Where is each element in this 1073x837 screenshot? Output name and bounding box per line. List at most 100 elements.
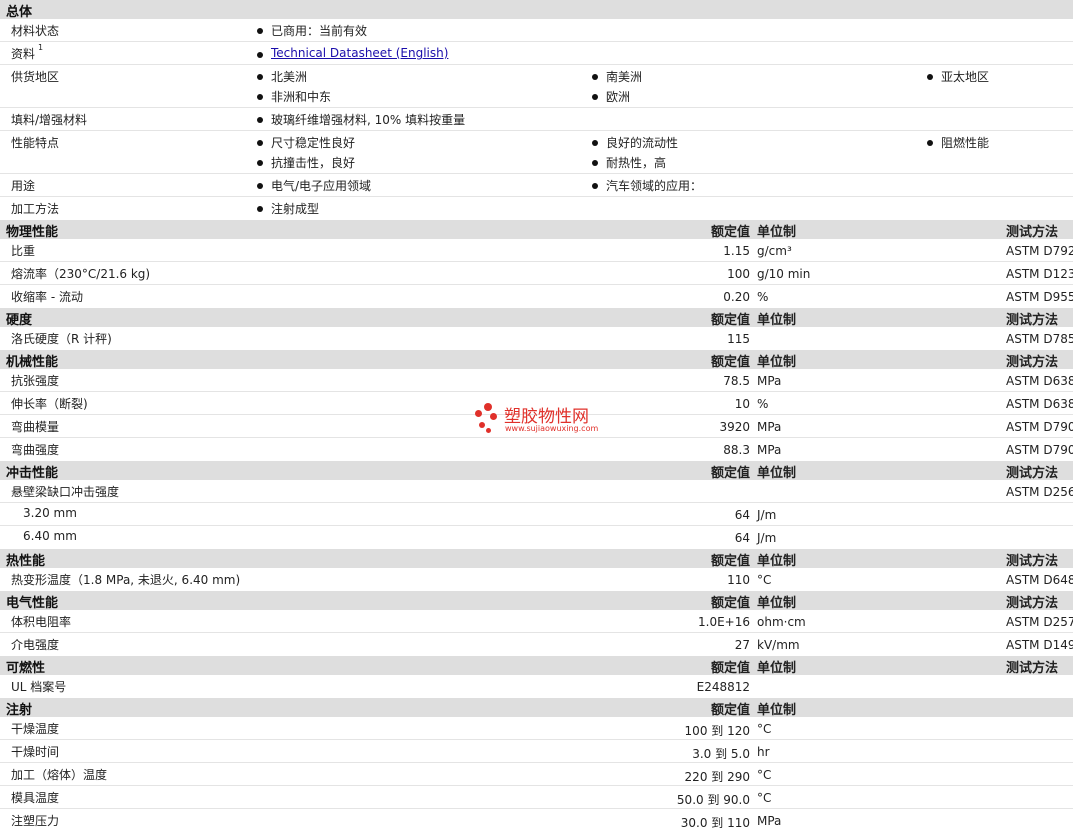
datasheet-link[interactable]: Technical Datasheet (English) <box>271 46 448 60</box>
section-header: 可燃性 额定值 单位制 测试方法 <box>0 656 1073 676</box>
header-method: 测试方法 <box>1006 596 1059 611</box>
section-header: 硬度 额定值 单位制 测试方法 <box>0 308 1073 328</box>
general-item: 阻燃性能 <box>941 136 990 150</box>
property-unit: kV/mm <box>757 638 800 652</box>
property-value: 10 <box>734 397 750 411</box>
row-divider <box>0 739 1073 740</box>
general-item: 汽车领域的应用： <box>606 179 703 193</box>
property-value: 100 到 120 <box>684 724 750 738</box>
property-unit: °C <box>757 768 772 782</box>
header-value: 额定值 <box>710 554 750 569</box>
row-divider <box>0 64 1073 65</box>
header-method: 测试方法 <box>1006 355 1059 370</box>
general-label: 资料 <box>11 47 36 61</box>
general-item: 亚太地区 <box>941 70 990 84</box>
section-header: 机械性能 额定值 单位制 测试方法 <box>0 350 1073 370</box>
property-unit: g/cm³ <box>757 244 792 258</box>
bullet-icon <box>257 117 263 123</box>
bullet-icon <box>927 74 933 80</box>
watermark-url: www.sujiaowuxing.com <box>505 424 599 433</box>
test-method: ASTM D790 <box>1006 420 1073 434</box>
general-item: 非洲和中东 <box>271 90 332 104</box>
general-item: 欧洲 <box>606 90 631 104</box>
test-method: ASTM D955 <box>1006 290 1073 304</box>
row-divider <box>0 632 1073 633</box>
section-header: 冲击性能 额定值 单位制 测试方法 <box>0 461 1073 481</box>
bullet-icon <box>592 94 598 100</box>
property-label: 6.40 mm <box>23 529 77 543</box>
property-unit: °C <box>757 722 772 736</box>
bullet-icon <box>257 94 263 100</box>
property-value: 50.0 到 90.0 <box>676 793 750 807</box>
row-divider <box>0 391 1073 392</box>
bullet-icon <box>592 140 598 146</box>
property-unit: MPa <box>757 443 782 457</box>
row-divider <box>0 762 1073 763</box>
general-item: 良好的流动性 <box>606 136 679 150</box>
property-label: 体积电阻率 <box>11 615 72 629</box>
property-label: 洛氏硬度（R 计秤) <box>11 332 112 346</box>
property-value: 64 <box>734 508 750 522</box>
row-divider <box>0 284 1073 285</box>
property-label: 弯曲强度 <box>11 443 60 457</box>
property-label: 热变形温度（1.8 MPa, 未退火, 6.40 mm) <box>11 573 241 587</box>
section-title: 总体 <box>6 5 33 20</box>
property-label: 伸长率（断裂) <box>11 397 88 411</box>
test-method: ASTM D638 <box>1006 374 1073 388</box>
header-value: 额定值 <box>710 466 750 481</box>
test-method: ASTM D792 <box>1006 244 1073 258</box>
test-method: ASTM D638 <box>1006 397 1073 411</box>
general-label: 供货地区 <box>11 70 60 84</box>
header-method: 测试方法 <box>1006 466 1059 481</box>
property-label: UL 档案号 <box>11 680 67 694</box>
bullet-icon <box>257 52 263 58</box>
property-label: 加工（熔体）温度 <box>11 768 108 782</box>
test-method: ASTM D256 <box>1006 485 1073 499</box>
header-method: 测试方法 <box>1006 225 1059 240</box>
header-value: 额定值 <box>710 313 750 328</box>
header-unit: 单位制 <box>757 355 797 370</box>
bullet-icon <box>257 140 263 146</box>
property-value: 110 <box>727 573 750 587</box>
bullet-icon <box>257 74 263 80</box>
property-value: 1.0E+16 <box>698 615 750 629</box>
property-unit: °C <box>757 791 772 805</box>
general-label: 材料状态 <box>11 24 60 38</box>
section-header: 物理性能 额定值 单位制 测试方法 <box>0 220 1073 240</box>
property-label: 抗张强度 <box>11 374 60 388</box>
general-item: 尺寸稳定性良好 <box>271 136 356 150</box>
property-value: 220 到 290 <box>684 770 750 784</box>
section-header: 注射 额定值 单位制 <box>0 698 1073 718</box>
header-unit: 单位制 <box>757 554 797 569</box>
general-item: 玻璃纤维增强材料, 10% 填料按重量 <box>271 113 466 127</box>
row-divider <box>0 107 1073 108</box>
bullet-icon <box>257 183 263 189</box>
header-method: 测试方法 <box>1006 554 1059 569</box>
header-value: 额定值 <box>710 661 750 676</box>
bullet-icon <box>592 160 598 166</box>
row-divider <box>0 785 1073 786</box>
header-unit: 单位制 <box>757 225 797 240</box>
property-value: 64 <box>734 531 750 545</box>
property-value: 30.0 到 110 <box>680 816 750 830</box>
section-title: 硬度 <box>6 313 33 328</box>
row-divider <box>0 502 1073 503</box>
general-label: 填料/增强材料 <box>11 113 88 127</box>
property-label: 比重 <box>11 244 36 258</box>
bullet-icon <box>257 206 263 212</box>
test-method: ASTM D790 <box>1006 443 1073 457</box>
section-title: 电气性能 <box>6 596 59 611</box>
general-item: 电气/电子应用领域 <box>271 179 372 193</box>
section-title: 机械性能 <box>6 355 59 370</box>
property-label: 熔流率（230°C/21.6 kg) <box>11 267 151 281</box>
property-unit: hr <box>757 745 770 759</box>
section-title: 注射 <box>6 703 33 718</box>
header-value: 额定值 <box>710 596 750 611</box>
row-divider <box>0 525 1073 526</box>
property-unit: ohm·cm <box>757 615 806 629</box>
bullet-icon <box>592 183 598 189</box>
property-label: 注塑压力 <box>11 814 60 828</box>
header-value: 额定值 <box>710 703 750 718</box>
property-label: 介电强度 <box>11 638 60 652</box>
property-value: 78.5 <box>723 374 750 388</box>
